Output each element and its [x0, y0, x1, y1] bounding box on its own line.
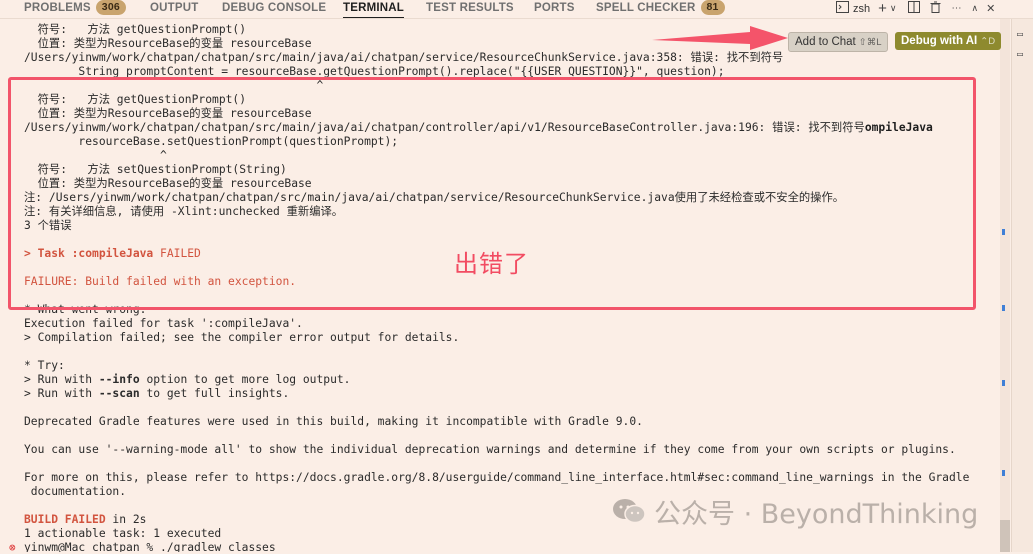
add-to-chat-shortcut: ⇧⌘L — [858, 37, 882, 48]
tab-output[interactable]: OUTPUT — [150, 0, 198, 17]
debug-with-ai-label: Debug with AI — [901, 35, 978, 47]
overview-ruler-mark — [1002, 380, 1005, 386]
terminal-line: documentation. — [24, 485, 127, 498]
close-panel-icon[interactable]: ✕ — [986, 2, 995, 15]
terminal-line: 1 actionable task: 1 executed — [24, 527, 222, 540]
add-to-chat-button[interactable]: Add to Chat ⇧⌘L — [788, 32, 889, 52]
debug-with-ai-shortcut: ⌃D — [980, 36, 996, 47]
tab-debug-console[interactable]: DEBUG CONSOLE — [222, 0, 326, 17]
annotation-label: 出错了 — [454, 250, 529, 278]
terminal-line: * Try: — [24, 359, 65, 372]
add-to-chat-label: Add to Chat — [795, 36, 856, 48]
terminal-instance-icon[interactable]: ▭ — [1017, 29, 1023, 40]
terminal-line: BUILD FAILED in 2s — [24, 513, 147, 526]
scrollbar-thumb[interactable] — [1000, 520, 1010, 552]
tab-terminal-label: TERMINAL — [343, 2, 405, 14]
spell-checker-count-badge: 81 — [700, 0, 725, 15]
terminal-line: > Compilation failed; see the compiler e… — [24, 331, 460, 344]
tab-spell-checker-label: SPELL CHECKER — [596, 2, 696, 14]
watermark-text: 公众号 · BeyondThinking — [654, 498, 979, 530]
terminal-line: Deprecated Gradle features were used in … — [24, 415, 643, 428]
terminal-line: /Users/yinwm/work/chatpan/chatpan/src/ma… — [24, 51, 784, 64]
terminal-line: You can use '--warning-mode all' to show… — [24, 443, 956, 456]
new-terminal-icon[interactable]: + — [878, 0, 887, 17]
tab-problems-label: PROBLEMS — [24, 2, 91, 14]
terminal-line: Execution failed for task ':compileJava'… — [24, 317, 303, 330]
terminal-line: yinwm@Mac chatpan % ./gradlew classes — [24, 541, 276, 552]
overview-ruler-mark — [1002, 305, 1005, 311]
terminal-toolbar: zsh + ∨ ⋯ ∧ ✕ — [836, 0, 995, 17]
tab-problems[interactable]: PROBLEMS 306 — [24, 0, 126, 17]
overview-ruler-mark — [1002, 229, 1005, 235]
panel-tab-bar: PROBLEMS 306 OUTPUT DEBUG CONSOLE TERMINA… — [0, 0, 1033, 19]
error-circle-icon: ⊗ — [9, 541, 16, 554]
maximize-panel-icon[interactable]: ∧ — [971, 3, 978, 14]
terminal-shell-icon[interactable] — [836, 1, 849, 16]
watermark: 公众号 · BeyondThinking — [612, 496, 978, 530]
terminal-line: For more on this, please refer to https:… — [24, 471, 970, 484]
terminal-tabs-sidebar: ▭ ▭ — [1011, 19, 1033, 552]
annotation-arrow-icon — [652, 26, 788, 50]
debug-with-ai-button[interactable]: Debug with AI ⌃D — [895, 32, 1002, 50]
trash-icon[interactable] — [930, 1, 941, 16]
shell-name[interactable]: zsh — [853, 3, 870, 15]
split-terminal-icon[interactable] — [908, 1, 921, 16]
terminal-line: 符号: 方法 getQuestionPrompt() — [24, 23, 247, 36]
more-actions-icon[interactable]: ⋯ — [951, 3, 961, 14]
tab-debug-console-label: DEBUG CONSOLE — [222, 2, 327, 14]
wechat-logo-icon — [612, 498, 646, 524]
terminal-line: > Run with --scan to get full insights. — [24, 387, 290, 400]
problems-count-badge: 306 — [95, 0, 126, 15]
tab-ports[interactable]: PORTS — [534, 0, 575, 17]
overview-ruler-mark — [1002, 470, 1005, 476]
chevron-down-icon[interactable]: ∨ — [890, 3, 897, 14]
tab-ports-label: PORTS — [534, 2, 575, 14]
tab-terminal[interactable]: TERMINAL — [343, 0, 405, 18]
terminal-line: 位置: 类型为ResourceBase的变量 resourceBase — [24, 37, 312, 50]
tab-test-results[interactable]: TEST RESULTS — [426, 0, 514, 17]
tab-spell-checker[interactable]: SPELL CHECKER 81 — [596, 0, 725, 17]
terminal-line: > Run with --info option to get more log… — [24, 373, 351, 386]
terminal-instance-icon[interactable]: ▭ — [1017, 49, 1023, 60]
tab-output-label: OUTPUT — [150, 2, 199, 14]
tab-test-results-label: TEST RESULTS — [426, 2, 514, 14]
